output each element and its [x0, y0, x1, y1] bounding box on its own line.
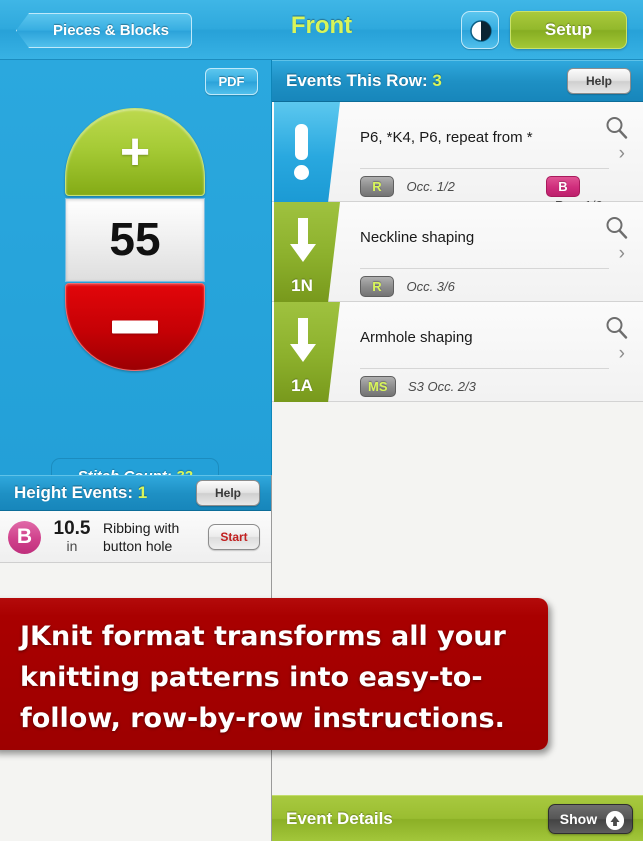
table-row[interactable]: 1A Armhole shaping MS S3 Occ. 2/3 ›	[272, 302, 643, 402]
events-this-row-count: 3	[432, 71, 442, 90]
event-badge-repeat: R	[360, 276, 394, 297]
event-meta: R Occ. 3/6	[360, 276, 613, 298]
search-icon[interactable]	[605, 316, 628, 344]
height-events-header: Height Events: 1 Help	[0, 475, 272, 511]
setup-button[interactable]: Setup	[510, 11, 627, 49]
event-tab-code: 1A	[291, 376, 313, 395]
event-instruction-text: P6, *K4, P6, repeat from *	[360, 129, 533, 146]
chevron-right-icon[interactable]: ›	[619, 244, 625, 263]
table-row[interactable]: P6, *K4, P6, repeat from * R Occ. 1/2 B …	[272, 102, 643, 213]
height-events-label: Height Events:	[14, 483, 134, 502]
events-this-row-label: Events This Row:	[286, 71, 428, 90]
height-events-count: 1	[137, 483, 148, 502]
height-events-section: Height Events: 1 Help B 10.5 in Ribbing …	[0, 475, 272, 563]
show-details-label: Show	[559, 810, 598, 827]
event-badge-block: B	[546, 176, 580, 197]
search-icon[interactable]	[605, 116, 628, 144]
events-this-row-header: Events This Row: 3 Help	[272, 60, 643, 102]
height-event-badge: B	[8, 521, 41, 554]
promo-text: JKnit format transforms all your knittin…	[20, 621, 506, 734]
decrement-button[interactable]	[65, 283, 205, 371]
event-instruction-text: Armhole shaping	[360, 329, 473, 346]
minus-icon	[112, 320, 158, 334]
show-details-button[interactable]: Show	[547, 803, 633, 834]
height-event-row[interactable]: B 10.5 in Ribbing with button hole Start	[0, 511, 272, 563]
event-meta-occurrence: Occ. 1/2	[406, 179, 455, 194]
chevron-right-icon[interactable]: ›	[619, 344, 625, 363]
table-row[interactable]: 1N Neckline shaping R Occ. 3/6 ›	[272, 202, 643, 302]
height-event-label: Ribbing with button hole	[103, 520, 180, 554]
event-divider	[360, 268, 609, 269]
counter-group: + 55	[65, 108, 205, 371]
event-meta-occurrence: S3 Occ. 2/3	[407, 379, 476, 394]
height-events-help-button[interactable]: Help	[196, 480, 260, 506]
height-event-value: 10.5	[53, 518, 91, 539]
app-root: Pieces & Blocks Front Setup PDF + 55 Sti…	[0, 0, 643, 841]
increment-button[interactable]: +	[65, 108, 205, 196]
event-type-tab: 1N	[274, 202, 340, 302]
plus-icon: +	[119, 123, 151, 181]
event-details-title: Event Details	[286, 808, 393, 828]
height-events-title: Height Events: 1	[14, 483, 147, 503]
event-tab-code: 1N	[291, 276, 313, 295]
events-list: P6, *K4, P6, repeat from * R Occ. 1/2 B …	[272, 102, 643, 402]
search-icon[interactable]	[605, 216, 628, 244]
event-divider	[360, 168, 609, 169]
height-event-unit: in	[66, 538, 78, 554]
events-this-row-help-button[interactable]: Help	[567, 68, 631, 94]
event-divider	[360, 368, 609, 369]
row-counter-value[interactable]: 55	[65, 198, 205, 282]
event-instruction-text: Neckline shaping	[360, 229, 475, 246]
event-details-bar: Event Details Show	[272, 795, 643, 841]
event-meta-occurrence: Occ. 3/6	[406, 279, 455, 294]
event-badge-repeat: R	[360, 176, 394, 197]
event-badge-repeat: MS	[360, 376, 396, 397]
events-this-row-title: Events This Row: 3	[286, 71, 442, 91]
event-meta: R Occ. 1/2 B Row 1/6	[360, 176, 613, 213]
event-meta: MS S3 Occ. 2/3	[360, 376, 613, 398]
top-navigation-bar: Pieces & Blocks Front Setup	[0, 0, 643, 60]
contrast-toggle-button[interactable]	[461, 11, 499, 49]
arrow-up-circle-icon	[606, 810, 624, 830]
row-counter-panel: PDF + 55 Stitch Count: 32	[0, 60, 272, 496]
event-type-tab	[274, 102, 340, 202]
height-event-start-button[interactable]: Start	[208, 524, 260, 550]
arrow-down-icon	[288, 318, 318, 369]
pdf-button[interactable]: PDF	[205, 68, 258, 95]
chevron-right-icon[interactable]: ›	[619, 144, 625, 163]
arrow-down-icon	[288, 218, 318, 269]
promo-banner: JKnit format transforms all your knittin…	[0, 598, 548, 750]
event-type-tab: 1A	[274, 302, 340, 402]
